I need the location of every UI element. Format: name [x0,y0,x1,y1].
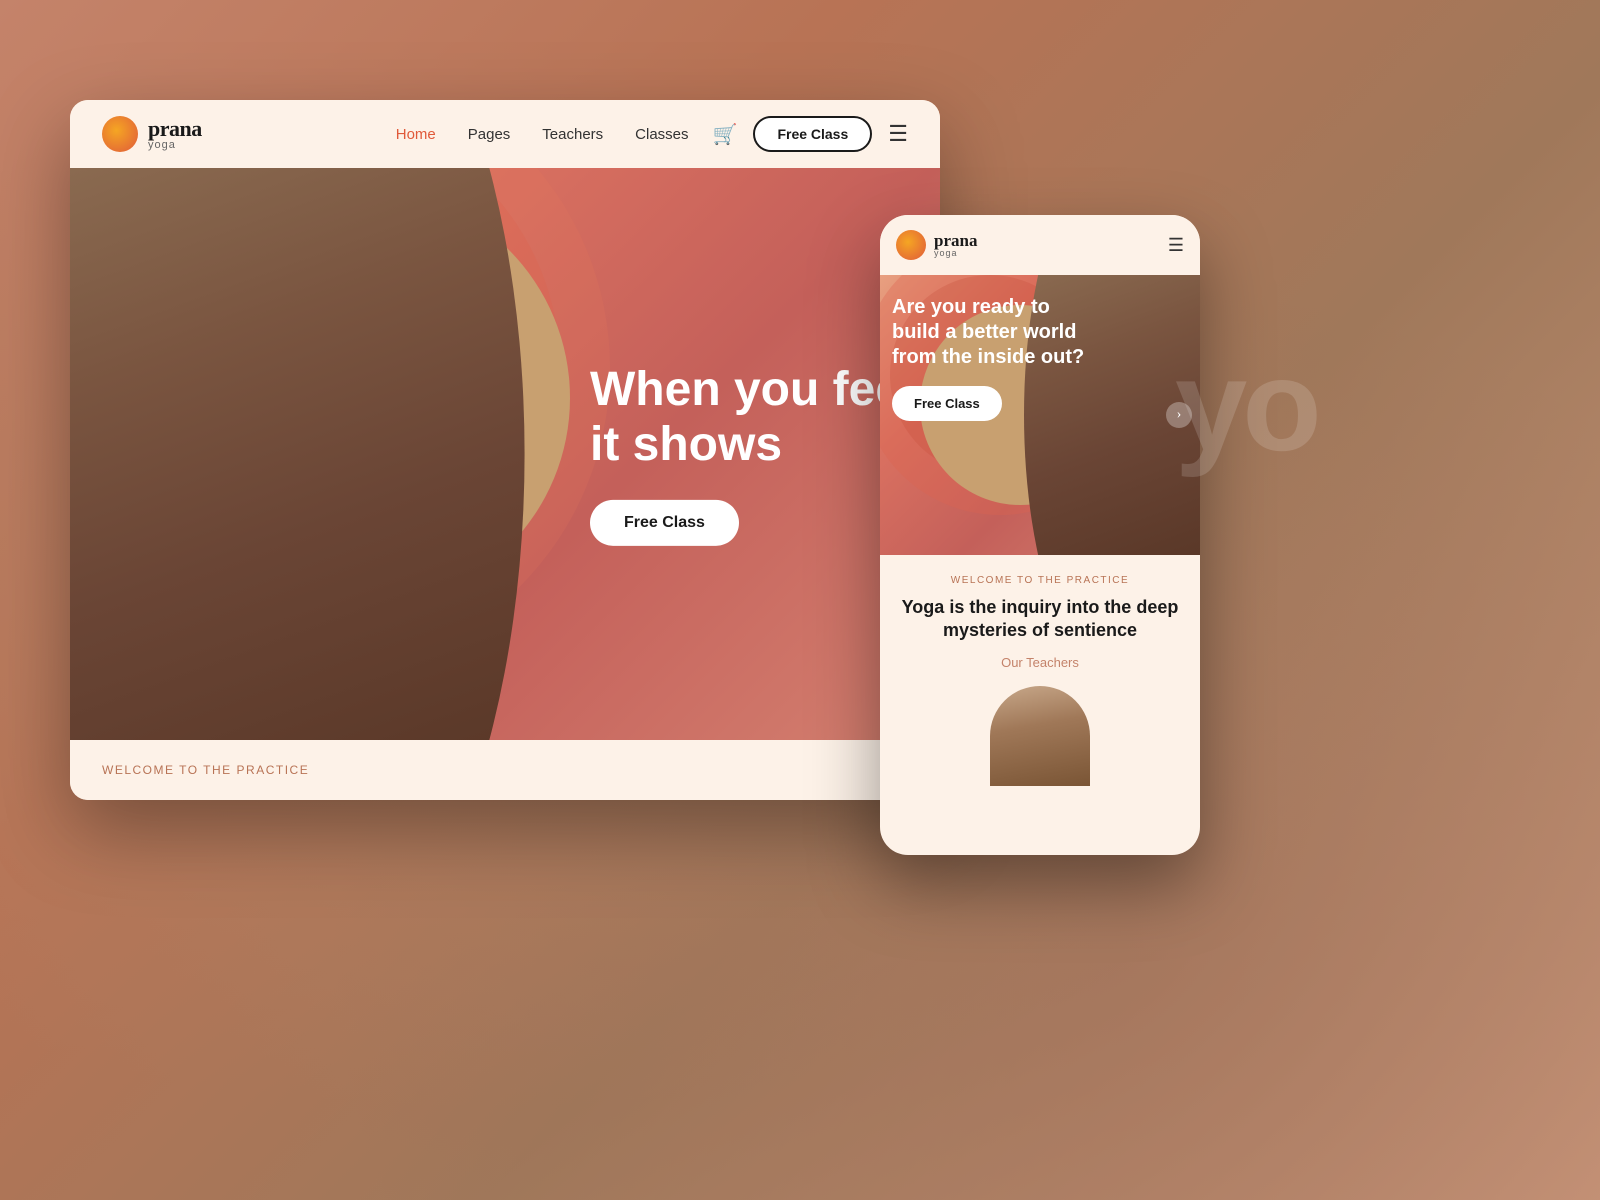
mobile-logo-name: prana [934,232,977,249]
desktop-hamburger-button[interactable]: ☰ [888,121,908,147]
hero-text-area: When you fee it shows Free Class [590,362,910,546]
mobile-hero: Are you ready to build a better world fr… [880,275,1200,555]
bg-yo-text: yo [1175,330,1317,480]
mobile-welcome-label: Welcome To The Practice [896,575,1184,586]
logo-icon [102,116,138,152]
mobile-free-class-button[interactable]: Free Class [892,386,1002,421]
nav-link-home[interactable]: Home [396,126,436,143]
logo-sub: yoga [148,140,202,151]
mobile-hero-heading: Are you ready to build a better world fr… [892,295,1092,370]
nav-link-classes[interactable]: Classes [635,126,688,143]
desktop-hero: When you fee it shows Free Class [70,168,940,740]
mobile-content: Welcome To The Practice Yoga is the inqu… [880,555,1200,802]
hero-person [70,168,549,740]
desktop-navbar: prana yoga Home Pages Teachers Classes 🛒… [70,100,940,168]
mobile-navbar: prana yoga ☰ [880,215,1200,275]
logo-name: prana [148,118,202,140]
mobile-teacher-photo [990,686,1090,786]
desktop-mockup: prana yoga Home Pages Teachers Classes 🛒… [70,100,940,800]
nav-link-pages[interactable]: Pages [468,126,511,143]
desktop-nav-links: Home Pages Teachers Classes [396,126,689,143]
desktop-bottom: Welcome To The Practice [70,740,940,800]
mobile-teachers-link[interactable]: Our Teachers [896,655,1184,670]
mobile-logo[interactable]: prana yoga [896,230,977,260]
mobile-logo-sub: yoga [934,249,977,258]
mobile-hamburger-icon[interactable]: ☰ [1168,235,1184,256]
mobile-tagline: Yoga is the inquiry into the deep myster… [896,596,1184,643]
nav-link-teachers[interactable]: Teachers [542,126,603,143]
desktop-welcome-text: Welcome To The Practice [102,763,309,777]
mobile-hero-text: Are you ready to build a better world fr… [892,295,1092,421]
hero-heading: When you fee it shows [590,362,910,472]
desktop-logo[interactable]: prana yoga [102,116,202,152]
cart-icon[interactable]: 🛒 [713,122,738,147]
mobile-logo-icon [896,230,926,260]
hero-free-class-button[interactable]: Free Class [590,500,739,546]
desktop-free-class-button[interactable]: Free Class [753,116,872,152]
mobile-mockup: prana yoga ☰ Are you ready to build a be… [880,215,1200,855]
